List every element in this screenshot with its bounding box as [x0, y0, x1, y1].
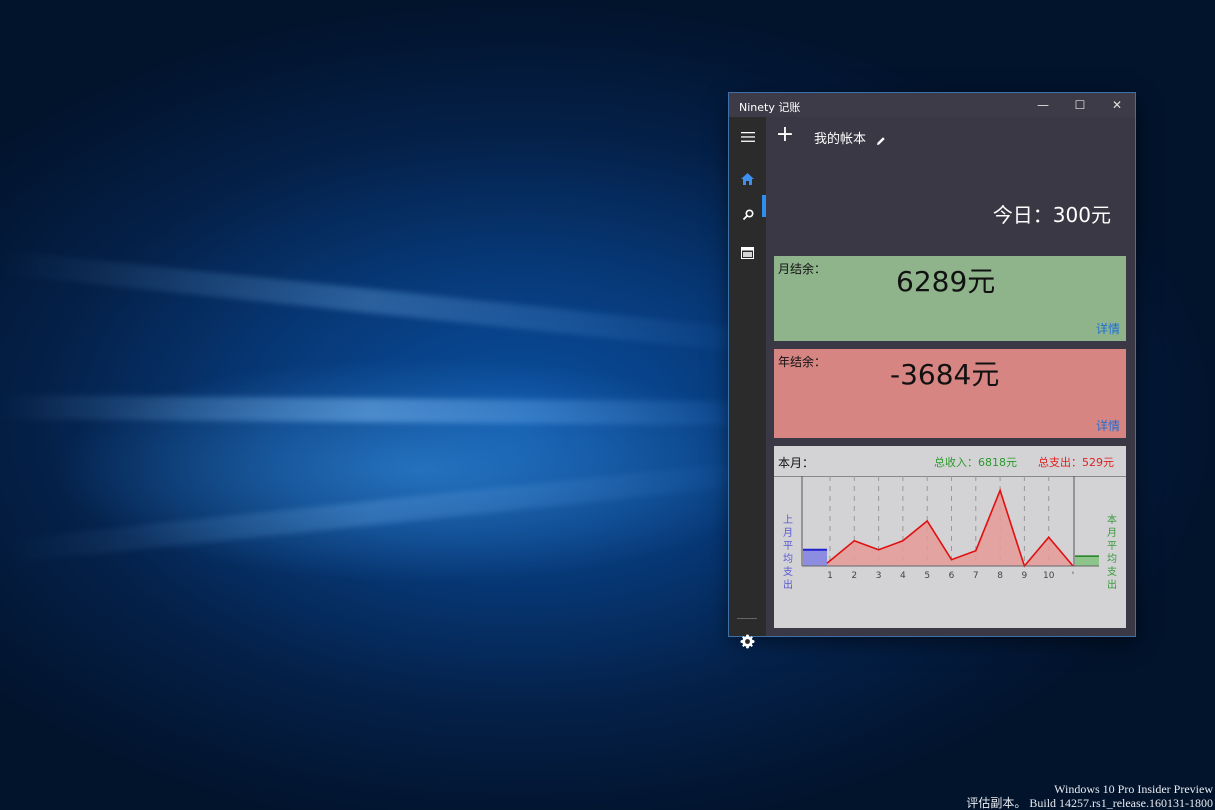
watermark-line1: Windows 10 Pro Insider Preview: [1054, 782, 1213, 796]
close-button[interactable]: ✕: [1099, 93, 1135, 117]
wallpaper-ray: [0, 462, 738, 564]
today-total: 今日：300元: [992, 203, 1111, 227]
minimize-button[interactable]: —: [1025, 93, 1061, 117]
build-watermark: Windows 10 Pro Insider Preview 评估副本。 Bui…: [966, 782, 1213, 810]
yearly-detail-link[interactable]: 详情: [1096, 417, 1120, 434]
main-content: + 我的帐本 今日：300元 月结余： 6289元 详情 年结余： -3684元…: [766, 117, 1135, 636]
maximize-button[interactable]: ☐: [1062, 93, 1098, 117]
window-title: Ninety 记账: [739, 101, 801, 114]
nav-divider: [737, 618, 757, 619]
x-tick-label: 7: [973, 571, 979, 581]
yearly-balance-label: 年结余：: [778, 355, 827, 369]
this-month-average-bar: [1075, 556, 1099, 566]
wallpaper-ray: [0, 395, 741, 426]
expense-area: [827, 490, 1073, 566]
monthly-balance-label: 月结余：: [778, 262, 827, 276]
edit-pencil-icon[interactable]: [876, 131, 886, 150]
account-header: + 我的帐本 今日：300元: [766, 117, 1135, 243]
this-month-card: 本月： 总收入：6818元 总支出：529元 上月平均支出 本月平均支出 123…: [774, 446, 1126, 628]
yearly-balance-amount: -3684元: [890, 358, 1000, 391]
gear-icon[interactable]: [729, 623, 766, 659]
total-expense: 总支出：529元: [1038, 456, 1114, 469]
x-tick-label: 9: [1022, 571, 1028, 581]
last-month-average-bar: [803, 549, 827, 566]
x-tick-label: 5: [924, 571, 930, 581]
hamburger-menu-icon[interactable]: [729, 119, 766, 155]
search-icon[interactable]: [729, 197, 766, 233]
x-tick-label: 4: [900, 571, 906, 581]
watermark-line2: 评估副本。 Build 14257.rs1_release.160131-180…: [966, 796, 1213, 810]
monthly-balance-amount: 6289元: [896, 265, 996, 298]
x-tick-label: 6: [949, 571, 955, 581]
navigation-rail: [729, 117, 766, 649]
x-tick-label: 2: [851, 571, 857, 581]
app-window: Ninety 记账 — ☐ ✕ + 我的帐本 今日：300元 月结余： 6289…: [729, 93, 1135, 649]
account-book-name: 我的帐本: [814, 132, 867, 147]
title-bar[interactable]: Ninety 记账 — ☐ ✕: [729, 93, 1135, 117]
yearly-balance-card: 年结余： -3684元 详情: [774, 349, 1126, 438]
this-month-header: 本月： 总收入：6818元 总支出：529元: [774, 446, 1126, 477]
x-tick-label: 10: [1043, 571, 1055, 581]
total-income: 总收入：6818元: [934, 456, 1017, 469]
monthly-balance-card: 月结余： 6289元 详情: [774, 256, 1126, 341]
x-tick-label: 1: [827, 571, 833, 581]
x-tick-label: ': [1072, 571, 1074, 581]
daily-expense-chart: 1 2 3 4 5 6 7 8 9 10 ': [801, 476, 1099, 581]
add-record-button[interactable]: +: [774, 124, 796, 146]
x-tick-label: 3: [876, 571, 882, 581]
calendar-icon[interactable]: [729, 235, 766, 271]
x-tick-label: 8: [997, 571, 1003, 581]
monthly-detail-link[interactable]: 详情: [1096, 320, 1120, 337]
this-month-label: 本月：: [778, 456, 815, 470]
home-icon[interactable]: [729, 161, 766, 197]
wallpaper-ray: [0, 250, 738, 352]
